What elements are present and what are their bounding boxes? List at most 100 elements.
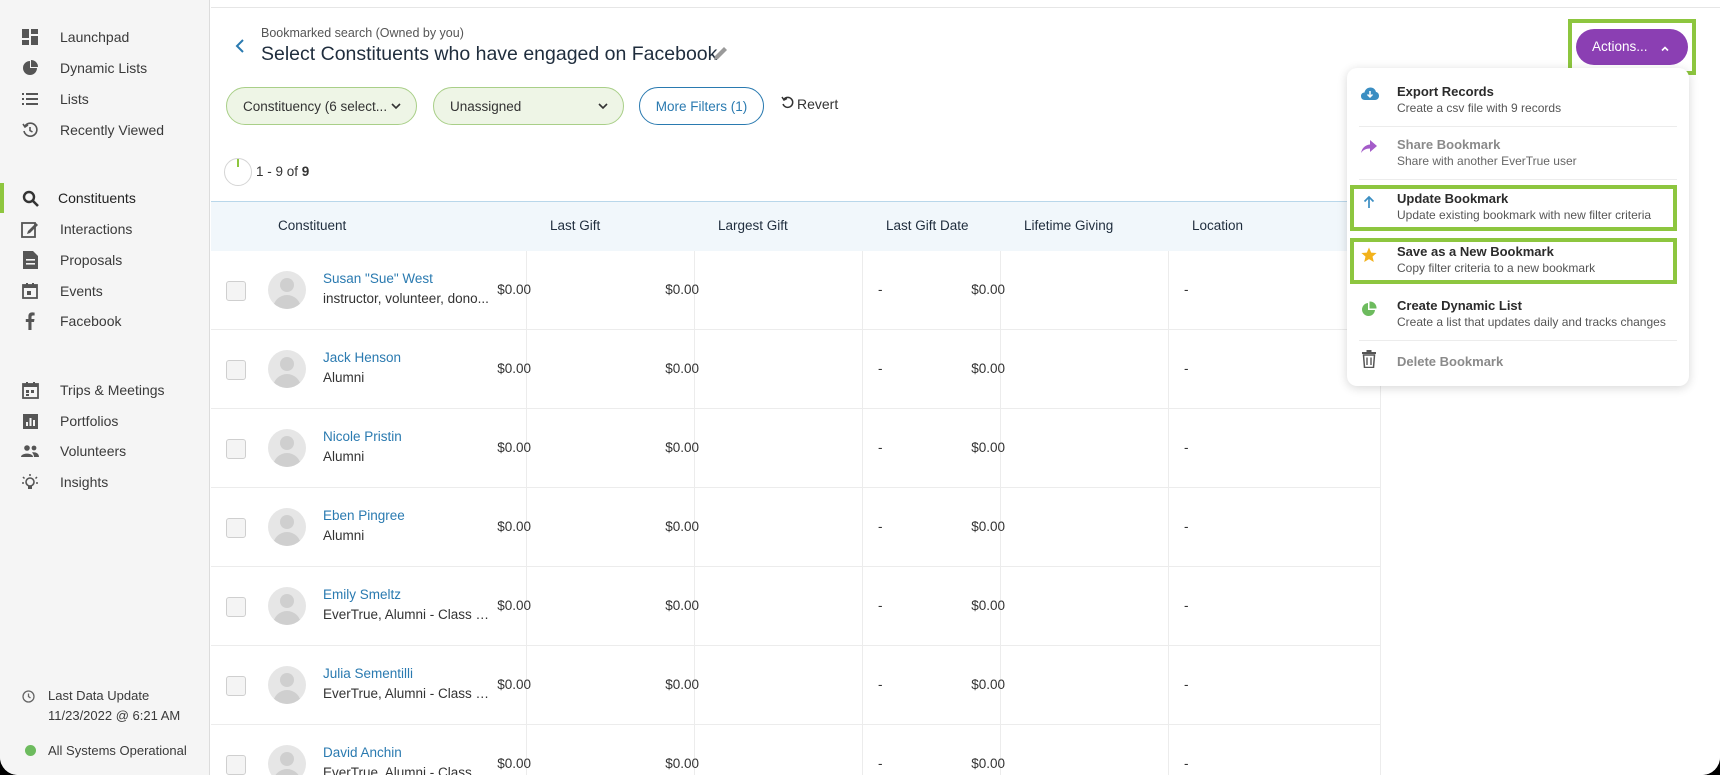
pie-chart-icon <box>1361 301 1379 319</box>
lifetime-giving-cell: $0.00 <box>971 598 1005 613</box>
sidebar-item-facebook[interactable]: Facebook <box>0 306 210 336</box>
largest-gift-cell: $0.00 <box>665 282 699 297</box>
constituent-name-link[interactable]: Nicole Pristin <box>323 429 402 444</box>
sidebar-item-label: Insights <box>60 474 109 490</box>
column-header-last-gift[interactable]: Last Gift <box>550 218 600 233</box>
app-window: Launchpad Dynamic Lists Lists Recently V… <box>0 0 1720 775</box>
menu-item-update-bookmark[interactable]: Update Bookmark Update existing bookmark… <box>1347 175 1689 228</box>
avatar <box>268 666 306 704</box>
sidebar-item-recently-viewed[interactable]: Recently Viewed <box>0 115 210 145</box>
back-chevron-icon[interactable] <box>233 36 249 58</box>
page-title: Select Constituents who have engaged on … <box>261 43 718 65</box>
actions-menu: Export Records Create a csv file with 9 … <box>1347 68 1689 386</box>
divider <box>862 488 863 567</box>
location-cell: - <box>1184 361 1189 376</box>
sidebar-item-label: Trips & Meetings <box>60 382 165 398</box>
clock-icon <box>22 690 35 706</box>
last-gift-date-cell: - <box>878 519 883 534</box>
row-checkbox[interactable] <box>226 518 246 538</box>
constituent-description: EverTrue, Alumni - Class o... <box>323 607 493 622</box>
sidebar-item-dynamic-lists[interactable]: Dynamic Lists <box>0 53 210 83</box>
constituent-name-link[interactable]: Emily Smeltz <box>323 587 401 602</box>
divider <box>862 251 863 330</box>
menu-item-title: Create Dynamic List <box>1397 298 1522 313</box>
sidebar-item-lists[interactable]: Lists <box>0 84 210 114</box>
row-checkbox[interactable] <box>226 281 246 301</box>
constituent-name-link[interactable]: Jack Henson <box>323 350 401 365</box>
table-row: Jack Henson Alumni $0.00 $0.00 - $0.00 - <box>211 330 1381 409</box>
menu-item-export-records[interactable]: Export Records Create a csv file with 9 … <box>1347 68 1689 121</box>
pie-chart-icon <box>20 58 40 78</box>
constituent-name-link[interactable]: David Anchin <box>323 745 402 760</box>
column-header-lifetime-giving[interactable]: Lifetime Giving <box>1024 218 1113 233</box>
column-header-largest-gift[interactable]: Largest Gift <box>718 218 788 233</box>
divider <box>1168 330 1169 409</box>
sidebar-item-interactions[interactable]: Interactions <box>0 214 210 244</box>
last-gift-date-cell: - <box>878 282 883 297</box>
cloud-download-icon <box>1361 87 1379 105</box>
revert-button[interactable]: Revert <box>781 96 838 112</box>
row-checkbox[interactable] <box>226 360 246 380</box>
sidebar-item-constituents[interactable]: Constituents <box>0 183 210 213</box>
sidebar-item-label: Portfolios <box>60 413 119 429</box>
avatar <box>268 587 306 625</box>
row-checkbox[interactable] <box>226 597 246 617</box>
row-checkbox[interactable] <box>226 439 246 459</box>
column-header-constituent[interactable]: Constituent <box>278 218 346 233</box>
trash-icon <box>1361 350 1379 369</box>
constituent-name-link[interactable]: Julia Sementilli <box>323 666 413 681</box>
constituent-name-link[interactable]: Susan "Sue" West <box>323 271 433 286</box>
constituency-filter[interactable]: Constituency (6 select... <box>226 87 417 125</box>
last-gift-cell: $0.00 <box>497 361 531 376</box>
column-header-location[interactable]: Location <box>1192 218 1243 233</box>
more-filters-button[interactable]: More Filters (1) <box>639 87 764 125</box>
location-cell: - <box>1184 677 1189 692</box>
sidebar-item-volunteers[interactable]: Volunteers <box>0 436 210 466</box>
divider <box>1168 725 1169 775</box>
actions-button-label: Actions... <box>1592 39 1648 54</box>
status-indicator <box>25 745 36 756</box>
sidebar-item-portfolios[interactable]: Portfolios <box>0 406 210 436</box>
assignment-filter[interactable]: Unassigned <box>433 87 624 125</box>
last-gift-cell: $0.00 <box>497 756 531 771</box>
sidebar-item-label: Interactions <box>60 221 133 237</box>
last-gift-date-cell: - <box>878 440 883 455</box>
sidebar-item-label: Events <box>60 283 103 299</box>
page-subtitle: Bookmarked search (Owned by you) <box>261 26 464 40</box>
column-header-last-gift-date[interactable]: Last Gift Date <box>886 218 969 233</box>
sidebar-item-events[interactable]: Events <box>0 276 210 306</box>
menu-item-description: Create a list that updates daily and tra… <box>1397 315 1666 329</box>
menu-item-create-dynamic-list[interactable]: Create Dynamic List Create a list that u… <box>1347 282 1689 335</box>
star-icon <box>1361 247 1379 265</box>
row-checkbox[interactable] <box>226 755 246 775</box>
lifetime-giving-cell: $0.00 <box>971 756 1005 771</box>
sidebar-item-launchpad[interactable]: Launchpad <box>0 22 210 52</box>
avatar <box>268 745 306 775</box>
pencil-icon[interactable] <box>713 45 729 61</box>
constituent-description: EverTrue, Alumni - Class o... <box>323 765 493 775</box>
loading-spinner-icon <box>224 158 252 186</box>
divider <box>1380 409 1381 488</box>
row-checkbox[interactable] <box>226 676 246 696</box>
calendar-trips-icon <box>20 380 40 400</box>
divider <box>862 567 863 646</box>
constituent-name-link[interactable]: Eben Pingree <box>323 508 405 523</box>
sidebar-item-label: Facebook <box>60 313 122 329</box>
menu-item-share-bookmark[interactable]: Share Bookmark Share with another EverTr… <box>1347 121 1689 174</box>
menu-item-description: Share with another EverTrue user <box>1397 154 1577 168</box>
last-gift-cell: $0.00 <box>497 519 531 534</box>
avatar <box>268 350 306 388</box>
menu-item-save-new-bookmark[interactable]: Save as a New Bookmark Copy filter crite… <box>1347 228 1689 281</box>
last-gift-date-cell: - <box>878 598 883 613</box>
edit-icon <box>20 219 40 239</box>
sidebar-item-trips-meetings[interactable]: Trips & Meetings <box>0 375 210 405</box>
arrow-up-icon <box>1361 194 1379 212</box>
actions-button[interactable]: Actions... <box>1576 29 1688 65</box>
sidebar-item-insights[interactable]: Insights <box>0 467 210 497</box>
sidebar-item-proposals[interactable]: Proposals <box>0 245 210 275</box>
divider <box>1168 251 1169 330</box>
menu-item-delete-bookmark[interactable]: Delete Bookmark <box>1347 334 1689 387</box>
lightbulb-icon <box>20 472 40 492</box>
results-count: 1 - 9 of 9 <box>256 164 309 179</box>
more-filters-label: More Filters (1) <box>655 98 748 114</box>
